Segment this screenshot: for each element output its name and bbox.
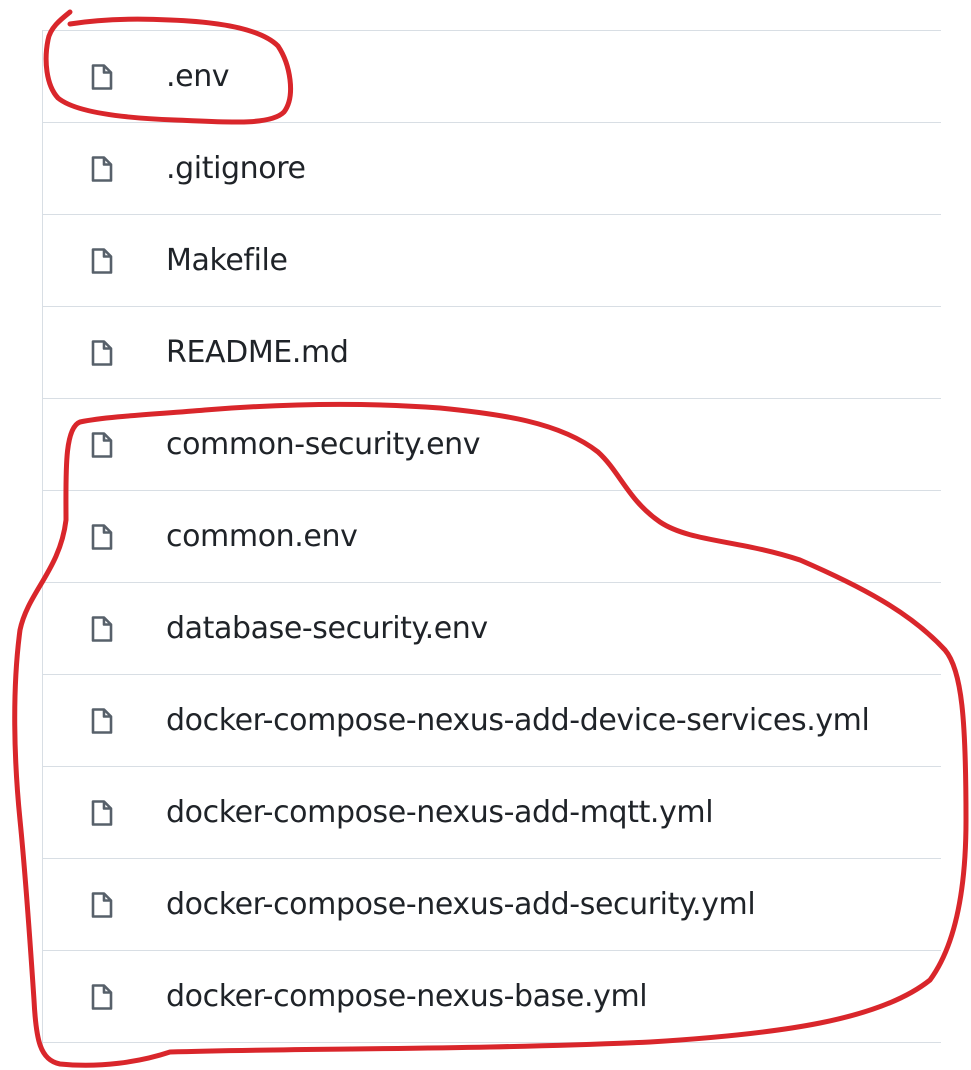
file-icon — [91, 63, 113, 90]
file-name-link[interactable]: Makefile — [166, 243, 288, 278]
file-row[interactable]: docker-compose-nexus-add-mqtt.yml — [43, 767, 941, 859]
file-row[interactable]: Makefile — [43, 215, 941, 307]
file-row[interactable]: README.md — [43, 307, 941, 399]
file-name-link[interactable]: .gitignore — [166, 151, 306, 186]
file-row[interactable]: common-security.env — [43, 399, 941, 491]
file-icon — [91, 339, 113, 366]
file-icon — [91, 247, 113, 274]
file-icon — [91, 155, 113, 182]
file-name-link[interactable]: README.md — [166, 335, 349, 370]
file-row[interactable]: .gitignore — [43, 123, 941, 215]
file-name-link[interactable]: common-security.env — [166, 427, 481, 462]
file-row[interactable]: database-security.env — [43, 583, 941, 675]
file-list: .env .gitignore Makefile README.md commo… — [42, 30, 941, 1050]
file-row[interactable]: docker-compose-nexus-add-device-services… — [43, 675, 941, 767]
file-name-link[interactable]: docker-compose-nexus-add-security.yml — [166, 887, 756, 922]
file-name-link[interactable]: common.env — [166, 519, 358, 554]
file-icon — [91, 615, 113, 642]
file-browser-page: .env .gitignore Makefile README.md commo… — [0, 0, 971, 1070]
file-row[interactable]: docker-compose-nexus-add-security.yml — [43, 859, 941, 951]
file-name-link[interactable]: docker-compose-nexus-add-device-services… — [166, 703, 870, 738]
file-icon — [91, 799, 113, 826]
file-name-link[interactable]: database-security.env — [166, 611, 488, 646]
file-name-link[interactable]: .env — [166, 59, 230, 94]
file-icon — [91, 431, 113, 458]
file-row[interactable]: common.env — [43, 491, 941, 583]
file-icon — [91, 983, 113, 1010]
file-name-link[interactable]: docker-compose-nexus-base.yml — [166, 979, 648, 1014]
file-row[interactable]: .env — [43, 31, 941, 123]
file-row[interactable]: docker-compose-nexus-base.yml — [43, 951, 941, 1043]
file-name-link[interactable]: docker-compose-nexus-add-mqtt.yml — [166, 795, 714, 830]
file-icon — [91, 707, 113, 734]
file-icon — [91, 891, 113, 918]
file-icon — [91, 523, 113, 550]
